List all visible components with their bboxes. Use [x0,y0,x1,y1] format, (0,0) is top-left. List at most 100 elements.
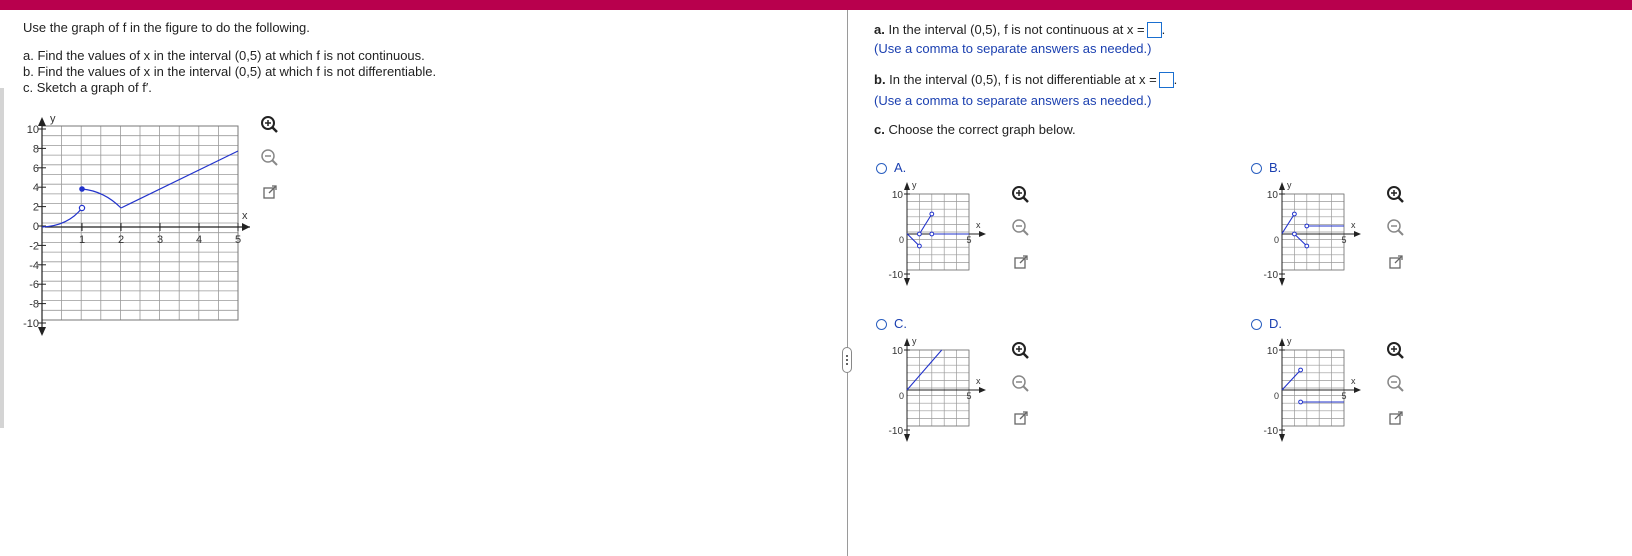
y-tick-label: 10 [27,124,39,136]
x-axis-label: x [1351,376,1356,386]
x-tick-label: 5 [235,234,241,246]
y-tick-label: 4 [33,182,39,194]
open-point [1292,211,1297,217]
part-b-text: b. Find the values of x in the interval … [23,64,437,79]
open-new-window-icon[interactable] [1009,250,1033,274]
answer-b-input[interactable] [1158,72,1174,88]
hint-a: (Use a comma to separate answers as need… [874,41,1152,56]
option-a-graph: 10 -10 0 5x y [889,180,986,286]
y-tick-label: 0 [33,221,39,233]
zoom-in-icon[interactable] [1009,339,1033,363]
open-point [1292,231,1297,237]
zoom-in-icon[interactable] [258,113,282,137]
y-tick-label: 10 [1267,190,1279,201]
question-b: b. In the interval (0,5), f is not diffe… [874,72,1178,88]
y-tick-label: 10 [892,190,904,201]
curve-segment-2 [81,188,122,209]
y-tick-label: 6 [33,163,39,175]
y-tick-label: 10 [892,346,904,357]
origin-label: 0 [899,391,904,401]
open-point [917,243,922,249]
y-tick-label: 2 [33,202,39,214]
y-tick-label: -10 [1264,426,1279,437]
option-a-radio[interactable] [876,163,887,174]
panel-resize-handle[interactable] [842,347,852,373]
option-d-label[interactable]: D. [1269,316,1282,331]
zoom-in-icon[interactable] [1384,339,1408,363]
y-tick-label: 8 [33,143,39,155]
option-b-radio[interactable] [1251,163,1262,174]
option-d-radio[interactable] [1251,319,1262,330]
option-c-graph: 10 -10 0 5x y [889,336,986,442]
y-tick-label: -10 [1264,270,1279,281]
x-tick-label: 1 [79,234,85,246]
origin-label: 0 [899,235,904,245]
zoom-out-icon[interactable] [258,146,282,170]
y-axis-label: y [1287,180,1292,190]
option-a-label[interactable]: A. [894,160,906,175]
graph-segment [1294,233,1308,247]
y-axis-label: y [912,180,917,190]
open-point [1298,367,1304,373]
zoom-out-icon[interactable] [1384,216,1408,240]
zoom-out-icon[interactable] [1009,216,1033,240]
x-tick-label: 5 [1341,235,1346,245]
curve-segment-1 [42,207,83,228]
intro-text: Use the graph of f in the figure to do t… [23,20,310,35]
option-c-label[interactable]: C. [894,316,907,331]
y-tick-label: 10 [1267,346,1279,357]
zoom-in-icon[interactable] [1009,183,1033,207]
panel-divider [847,10,848,556]
question-c: c. Choose the correct graph below. [874,122,1076,137]
x-axis-label: x [976,376,981,386]
closed-point [79,186,85,192]
open-point [1304,223,1310,229]
option-b-graph: 10 -10 0 5x y [1264,180,1361,286]
y-axis-label: y [912,336,917,346]
graph-x-axis-label: x [242,210,248,222]
zoom-in-icon[interactable] [1384,183,1408,207]
top-header-bar [0,0,1632,10]
option-b-label[interactable]: B. [1269,160,1281,175]
origin-label: 0 [1274,391,1279,401]
y-tick-label: -10 [23,318,39,330]
x-tick-label: 3 [157,234,163,246]
y-axis-label: y [1287,336,1292,346]
open-new-window-icon[interactable] [1009,406,1033,430]
open-point [1298,399,1304,405]
y-tick-label: -10 [889,270,904,281]
open-new-window-icon[interactable] [1384,250,1408,274]
open-new-window-icon[interactable] [258,180,282,204]
option-d-graph: 10 -10 0 5x y [1264,336,1361,442]
function-graph: 10 8 6 4 2 0 -2 -4 -6 -8 -10 1 2 3 4 5 y x [23,113,250,336]
origin-label: 0 [1274,235,1279,245]
x-tick-label: 5 [1341,391,1346,401]
x-axis-label: x [1351,220,1356,230]
x-axis-label: x [976,220,981,230]
open-new-window-icon[interactable] [1384,406,1408,430]
zoom-out-icon[interactable] [1384,372,1408,396]
graph-segment [906,349,943,391]
question-a: a. In the interval (0,5), f is not conti… [874,22,1166,38]
zoom-out-icon[interactable] [1009,372,1033,396]
y-tick-label: -4 [29,260,39,272]
part-a-text: a. Find the values of x in the interval … [23,48,425,63]
y-tick-label: -2 [29,240,39,252]
y-tick-label: -8 [29,299,39,311]
open-point [929,231,935,237]
x-tick-label: 2 [118,234,124,246]
open-point [929,211,935,217]
open-point [917,231,922,237]
open-point [78,204,86,212]
x-tick-label: 4 [196,234,202,246]
part-c-text: c. Sketch a graph of f′. [23,80,152,95]
graph-y-axis-label: y [50,113,56,125]
option-c-radio[interactable] [876,319,887,330]
y-tick-label: -10 [889,426,904,437]
hint-b: (Use a comma to separate answers as need… [874,93,1152,108]
x-tick-label: 5 [966,391,971,401]
open-point [1304,243,1310,249]
left-scroll-indicator[interactable] [0,88,4,428]
answer-a-input[interactable] [1146,22,1162,38]
y-tick-label: -6 [29,279,39,291]
